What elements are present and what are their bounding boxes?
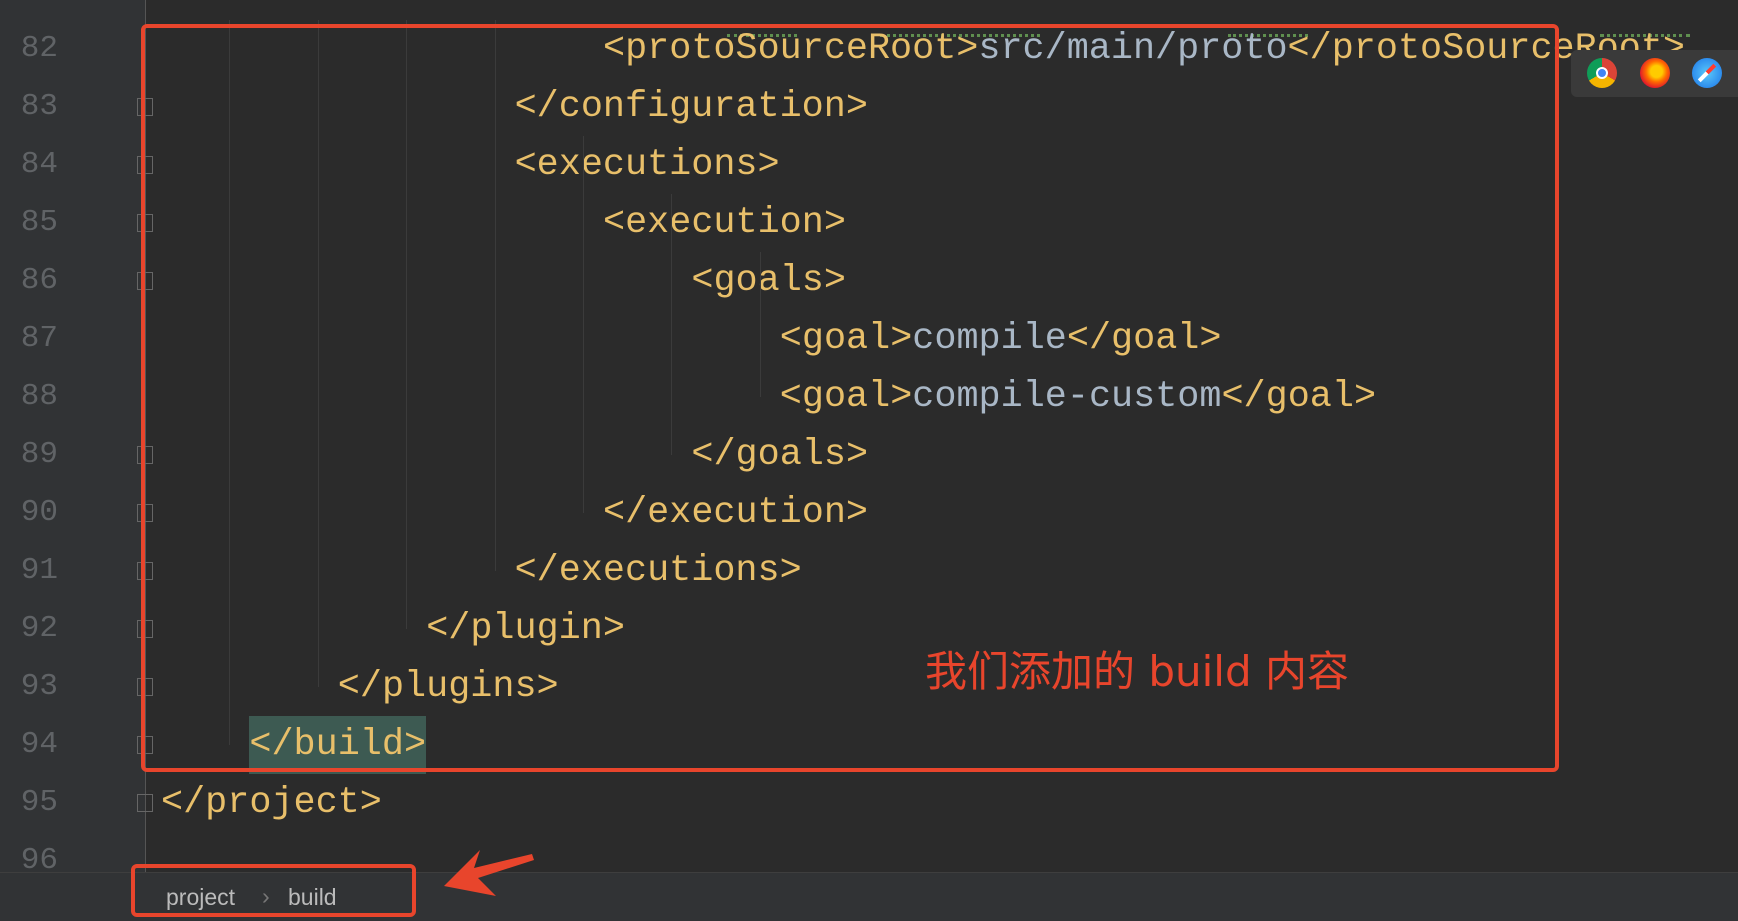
fold-marker-icon[interactable] <box>137 794 153 812</box>
line-number: 81 <box>0 0 58 20</box>
line-number: 86 <box>20 263 58 298</box>
xml-tag: </project> <box>161 782 382 824</box>
line-number: 87 <box>20 321 58 356</box>
code-line-partial: <pluginArtifact>io.grpc:protoc-gen-grpc-… <box>603 0 1729 8</box>
line-number: 85 <box>20 205 58 240</box>
line-number: 88 <box>20 379 58 414</box>
annotation-box-breadcrumb <box>131 864 416 917</box>
line-number: 82 <box>20 31 58 66</box>
line-number: 89 <box>20 437 58 472</box>
annotation-text: 我们添加的 build 内容 <box>925 647 1349 696</box>
chrome-icon[interactable] <box>1587 58 1617 88</box>
line-number: 92 <box>20 611 58 646</box>
line-number: 95 <box>20 785 58 820</box>
line-number: 93 <box>20 669 58 704</box>
line-number: 83 <box>20 89 58 124</box>
safari-icon[interactable] <box>1692 58 1722 88</box>
line-number: 90 <box>20 495 58 530</box>
line-number: 94 <box>20 727 58 762</box>
line-number: 84 <box>20 147 58 182</box>
line-number: 91 <box>20 553 58 588</box>
annotation-arrow-icon <box>444 850 534 896</box>
code-line: </project> <box>161 774 382 832</box>
browser-icons-panel <box>1571 50 1738 97</box>
firefox-icon[interactable] <box>1640 58 1670 88</box>
